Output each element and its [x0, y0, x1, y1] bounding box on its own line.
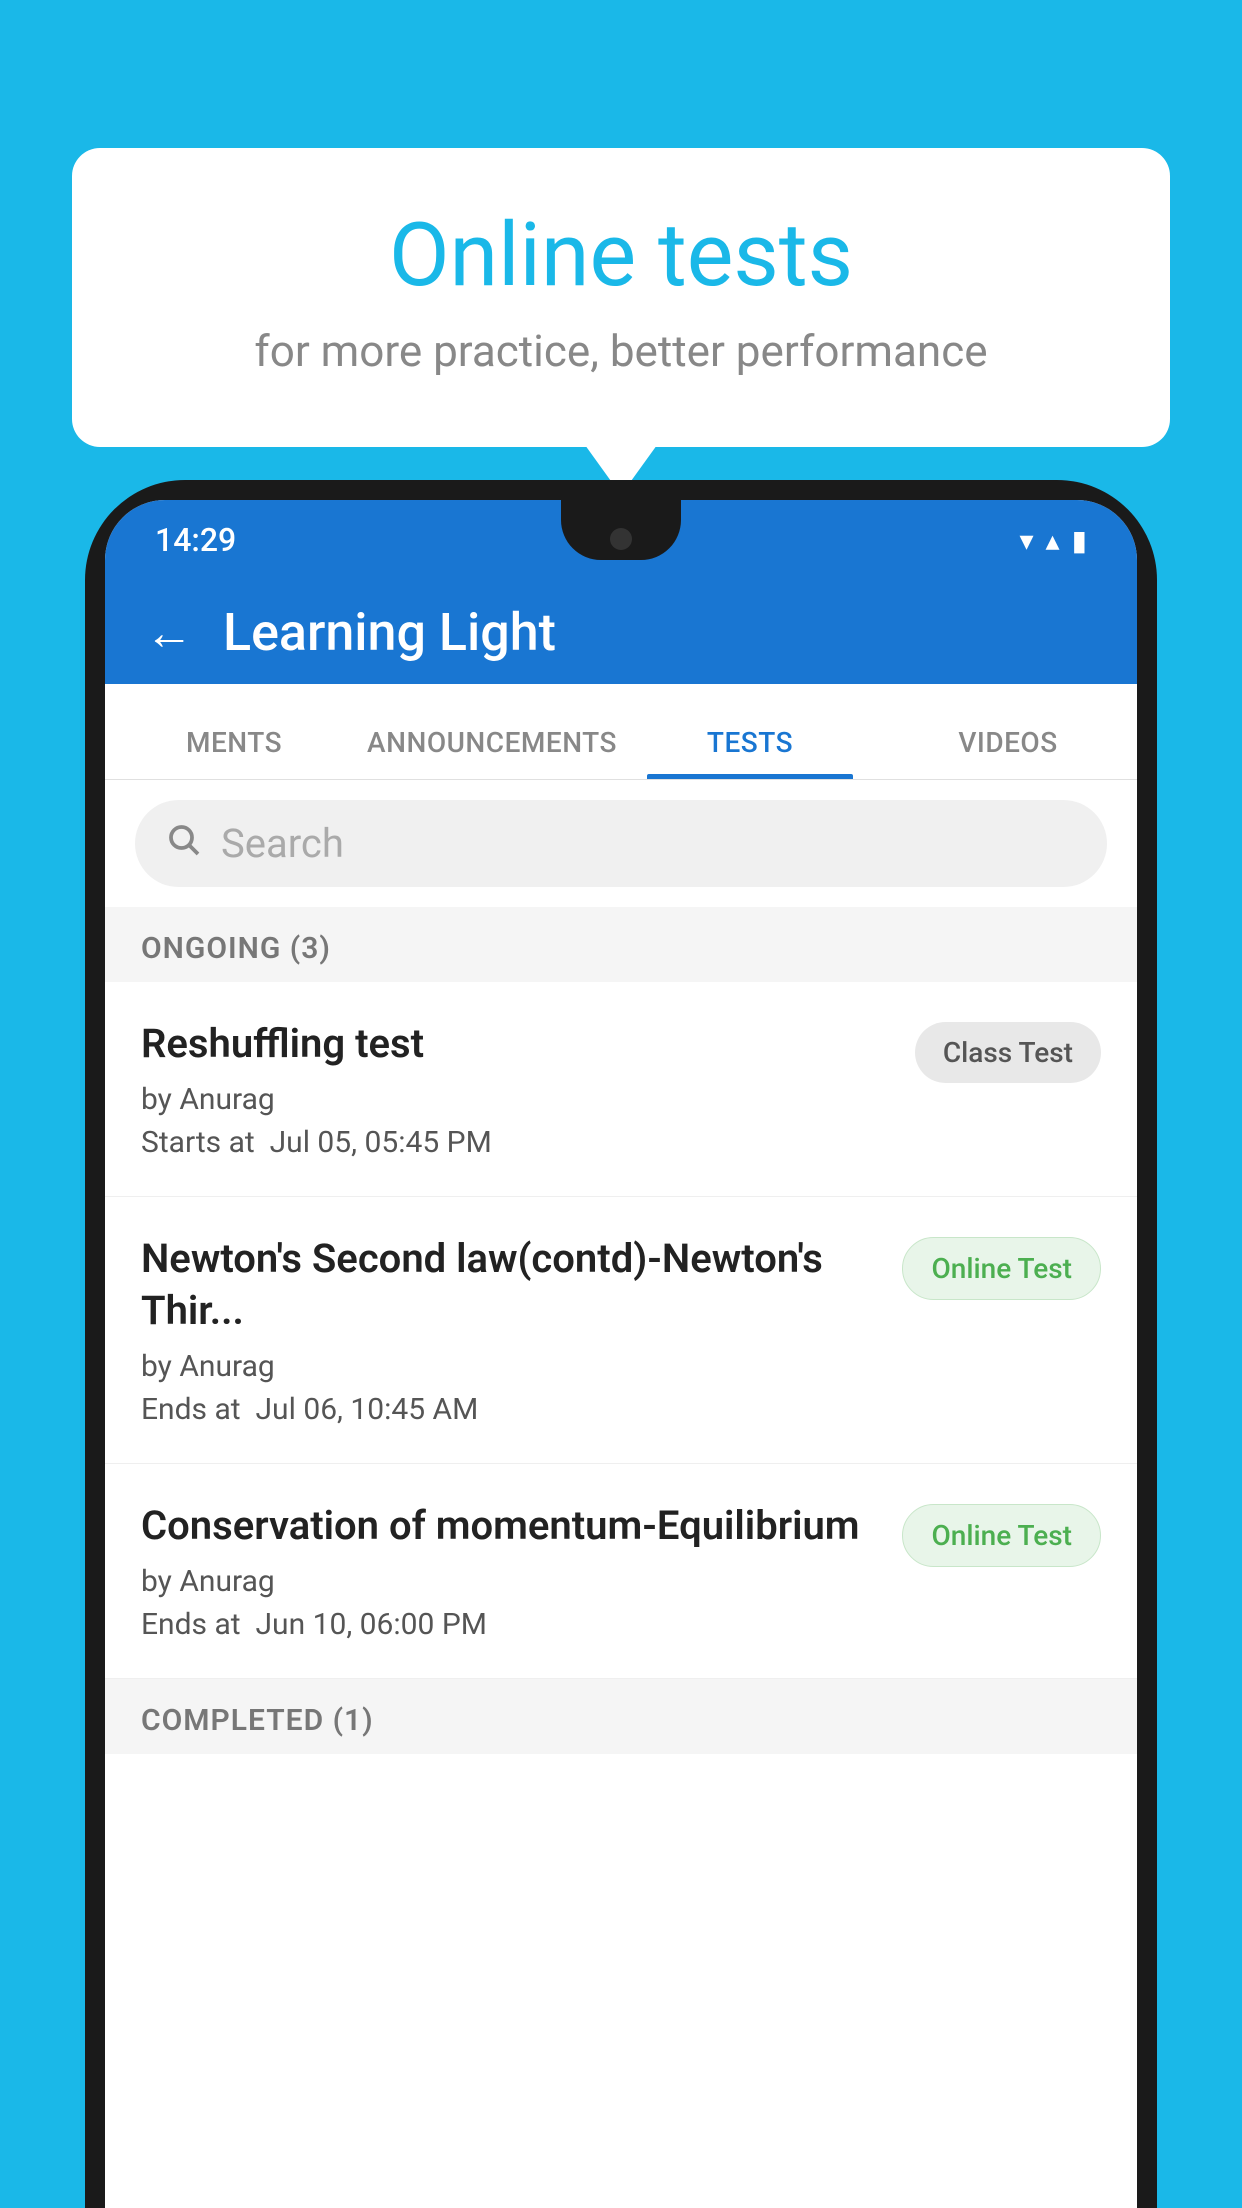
- signal-icon: ▴: [1046, 524, 1060, 557]
- wifi-icon: ▾: [1019, 524, 1033, 557]
- app-header: ← Learning Light: [105, 580, 1137, 684]
- search-container: Search: [105, 780, 1137, 907]
- test-badge-3: Online Test: [902, 1504, 1101, 1567]
- bubble-title: Online tests: [152, 208, 1090, 305]
- tab-announcements[interactable]: ANNOUNCEMENTS: [363, 726, 621, 779]
- test-name-2: Newton's Second law(contd)-Newton's Thir…: [141, 1233, 882, 1337]
- test-item-reshuffling[interactable]: Reshuffling test by Anurag Starts at Jul…: [105, 982, 1137, 1197]
- content-area: Search ONGOING (3) Reshuffling test by A…: [105, 780, 1137, 2208]
- test-name-3: Conservation of momentum-Equilibrium: [141, 1500, 882, 1552]
- tab-tests[interactable]: TESTS: [621, 726, 879, 779]
- status-icons: ▾ ▴ ▮: [1019, 524, 1087, 557]
- phone-screen: 14:29 ▾ ▴ ▮ ← Learning Light MENTS ANNOU…: [105, 500, 1137, 2208]
- search-placeholder: Search: [221, 820, 344, 867]
- phone-frame: 14:29 ▾ ▴ ▮ ← Learning Light MENTS ANNOU…: [85, 480, 1157, 2208]
- status-time: 14:29: [155, 521, 236, 559]
- completed-section-header: COMPLETED (1): [105, 1679, 1137, 1754]
- test-info-2: Newton's Second law(contd)-Newton's Thir…: [141, 1233, 882, 1427]
- test-by-1: by Anurag: [141, 1082, 895, 1117]
- test-badge-2: Online Test: [902, 1237, 1101, 1300]
- test-date-2: Ends at Jul 06, 10:45 AM: [141, 1392, 882, 1427]
- test-by-3: by Anurag: [141, 1564, 882, 1599]
- test-item-conservation[interactable]: Conservation of momentum-Equilibrium by …: [105, 1464, 1137, 1679]
- bubble-subtitle: for more practice, better performance: [152, 325, 1090, 377]
- tab-bar: MENTS ANNOUNCEMENTS TESTS VIDEOS: [105, 684, 1137, 780]
- camera: [610, 528, 632, 550]
- test-date-1: Starts at Jul 05, 05:45 PM: [141, 1125, 895, 1160]
- back-button[interactable]: ←: [145, 604, 193, 661]
- test-by-2: by Anurag: [141, 1349, 882, 1384]
- ongoing-section-header: ONGOING (3): [105, 907, 1137, 982]
- tab-ments[interactable]: MENTS: [105, 726, 363, 779]
- phone-notch: [561, 500, 681, 560]
- battery-icon: ▮: [1072, 524, 1087, 557]
- test-info-3: Conservation of momentum-Equilibrium by …: [141, 1500, 882, 1642]
- test-item-newton[interactable]: Newton's Second law(contd)-Newton's Thir…: [105, 1197, 1137, 1464]
- search-bar[interactable]: Search: [135, 800, 1107, 887]
- speech-bubble-container: Online tests for more practice, better p…: [72, 148, 1170, 447]
- speech-bubble: Online tests for more practice, better p…: [72, 148, 1170, 447]
- test-name-1: Reshuffling test: [141, 1018, 895, 1070]
- test-info-1: Reshuffling test by Anurag Starts at Jul…: [141, 1018, 895, 1160]
- app-title: Learning Light: [223, 602, 556, 663]
- search-icon: [165, 821, 201, 866]
- tab-videos[interactable]: VIDEOS: [879, 726, 1137, 779]
- test-badge-1: Class Test: [915, 1022, 1101, 1083]
- test-date-3: Ends at Jun 10, 06:00 PM: [141, 1607, 882, 1642]
- status-bar: 14:29 ▾ ▴ ▮: [105, 500, 1137, 580]
